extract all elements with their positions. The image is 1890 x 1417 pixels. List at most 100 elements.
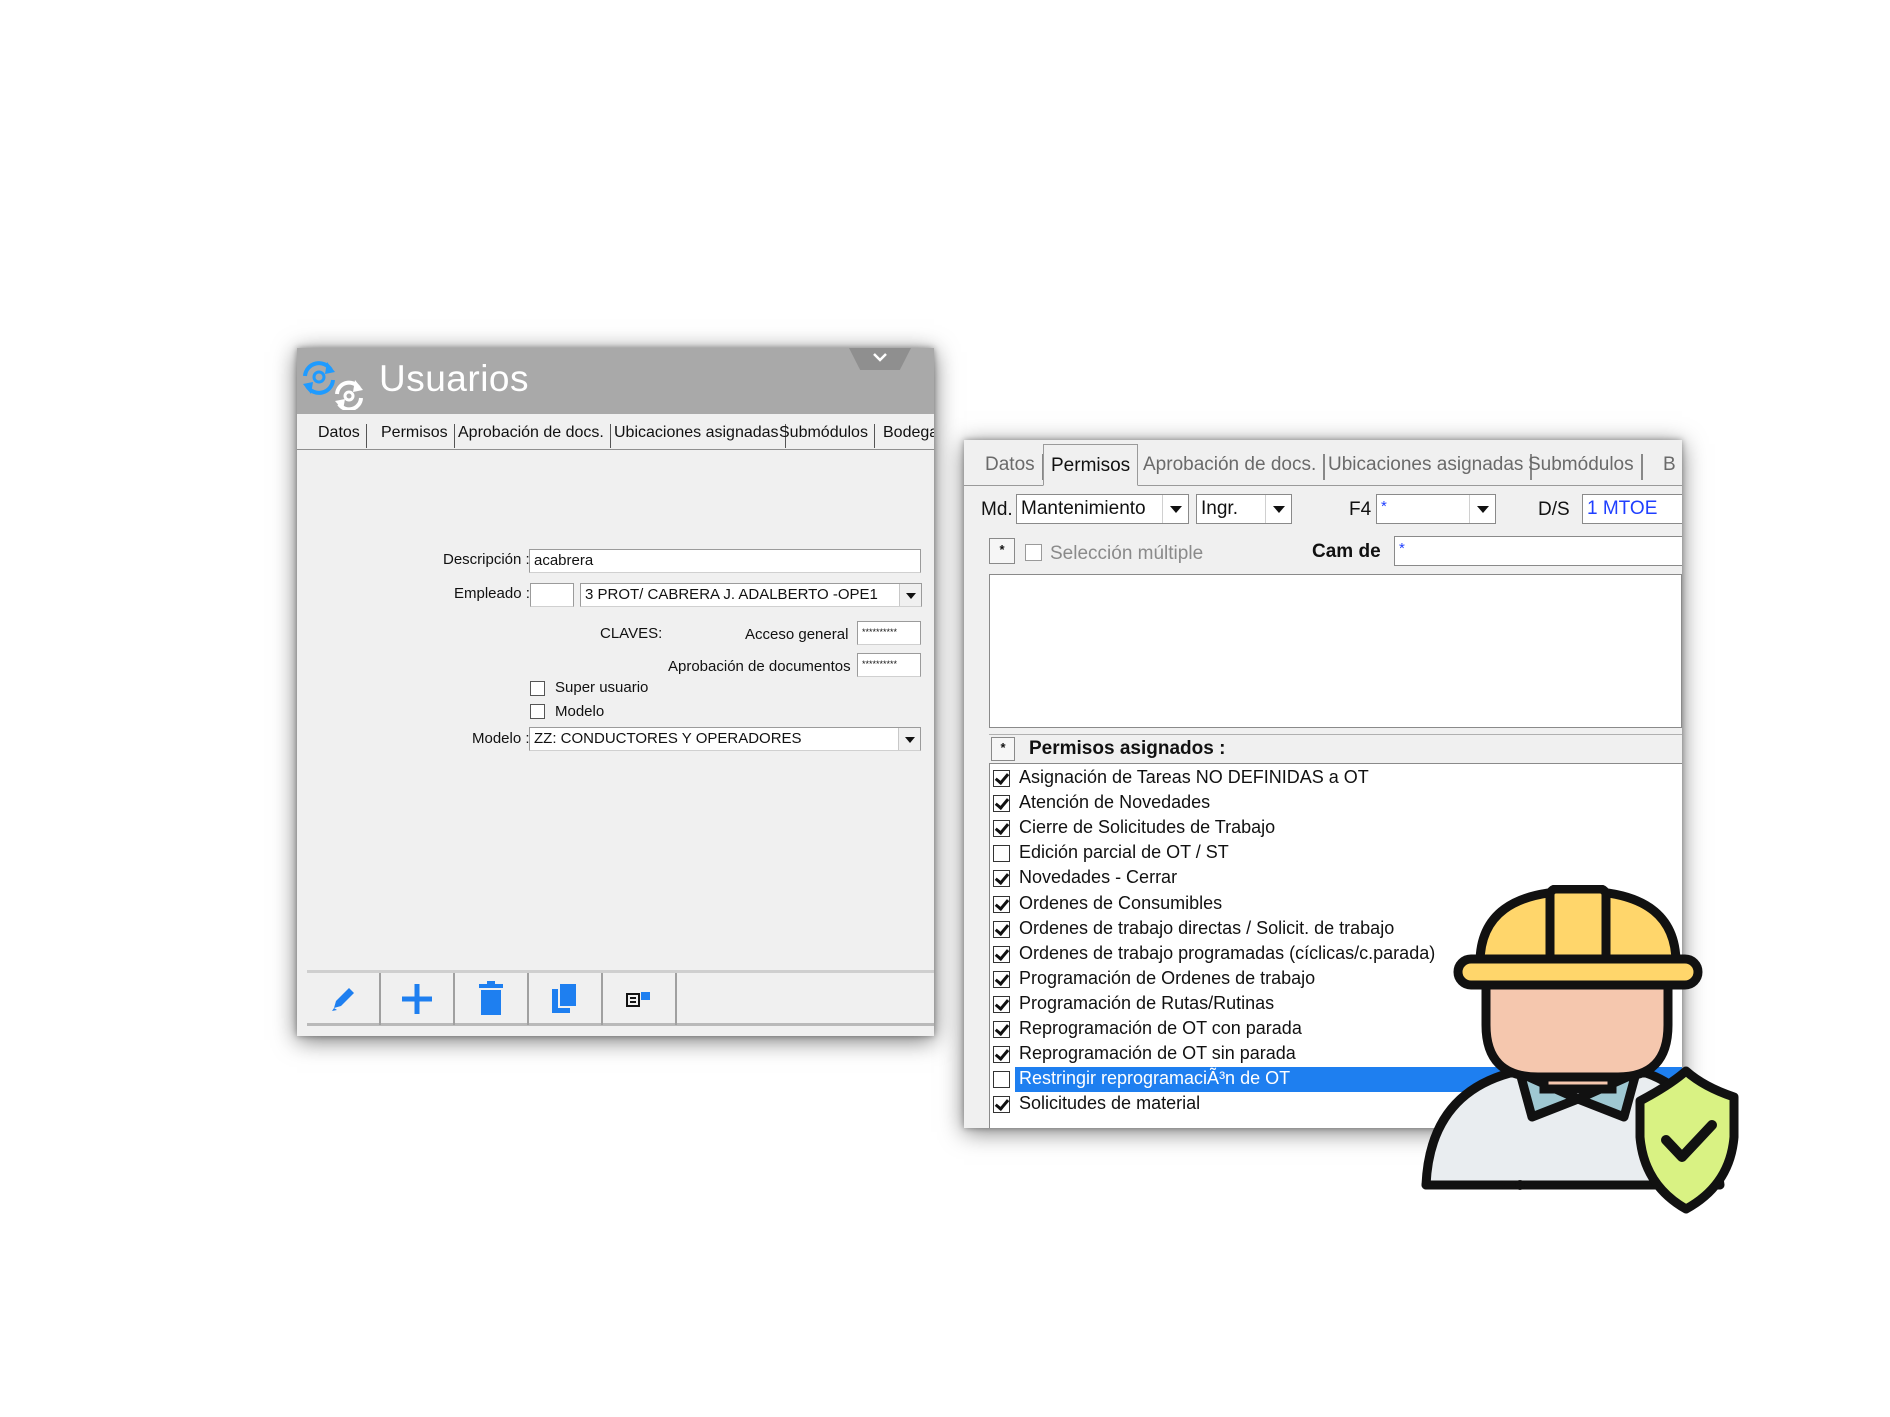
add-icon [402,984,432,1014]
usuarios-window: Usuarios Datos Permisos Aprobación de do… [297,348,934,1036]
mini-select-all-box[interactable]: * [989,538,1015,564]
tab-bar: Datos Permisos Aprobación de docs. Ubica… [297,416,934,450]
window-title: Usuarios [379,358,529,399]
tab-aprobacion-docs[interactable]: Aprobación de docs. [1136,454,1326,480]
permiso-checkbox[interactable] [993,820,1010,838]
chevron-down-icon[interactable] [1265,495,1291,523]
permiso-label: Solicitudes de material [1019,1093,1201,1114]
permiso-label: Asignación de Tareas NO DEFINIDAS a OT [1019,767,1369,787]
super-usuario-checkbox[interactable] [530,681,545,696]
permiso-row[interactable]: Atención de Novedades [990,791,1682,816]
permiso-checkbox[interactable] [993,795,1010,813]
assign-icon [626,992,650,1007]
worker-shield-illustration [1421,885,1739,1214]
seleccion-multiple-label: Selección múltiple [1050,543,1204,564]
ingr-value: Ingr. [1201,498,1238,519]
chevron-down-icon[interactable] [898,728,920,750]
action-toolbar [307,970,934,1026]
empleado-select[interactable]: 3 PROT/ CABRERA J. ADALBERTO -OPE1 [580,583,922,607]
permiso-label: Novedades - Cerrar [1019,867,1178,888]
tab-datos[interactable]: Datos [978,454,1044,480]
permisos-asignados-title: Permisos asignados : [1029,738,1226,759]
window-titlebar: Usuarios [297,348,934,414]
permiso-label: Edición parcial de OT / ST [1019,842,1229,863]
tab-permisos[interactable]: Permisos [1043,444,1139,486]
mini-select-all-box[interactable]: * [991,737,1015,761]
permiso-row[interactable]: Edición parcial de OT / ST [990,841,1682,866]
chevron-down-icon[interactable] [1469,495,1495,523]
modelo-select[interactable]: ZZ: CONDUCTORES Y OPERADORES [529,727,921,751]
empleado-value: 3 PROT/ CABRERA J. ADALBERTO -OPE1 [585,586,878,603]
permiso-checkbox[interactable] [993,970,1010,988]
ds-input[interactable]: 1 MTOE [1582,494,1682,524]
permiso-checkbox[interactable] [993,1046,1010,1064]
permiso-label: Ordenes de trabajo directas / Solicit. d… [1019,917,1395,938]
permiso-label: Reprogramación de OT con parada [1019,1018,1302,1038]
copy-button[interactable] [529,973,603,1025]
super-usuario-label: Super usuario [555,679,649,696]
tab-bodega[interactable]: Bodega [877,424,934,448]
permiso-checkbox[interactable] [993,845,1010,863]
available-permissions-list[interactable] [989,574,1682,728]
tab-submodulos[interactable]: Submódulos [1521,454,1643,480]
modelo-check-label: Modelo [555,703,605,720]
modelo-checkbox[interactable] [530,704,545,719]
permiso-checkbox[interactable] [993,895,1010,913]
permiso-checkbox[interactable] [993,995,1010,1013]
tab-submodulos[interactable]: Submódulos [773,424,875,448]
chevron-down-icon[interactable] [899,584,921,606]
descripcion-input[interactable]: acabrera [529,549,921,573]
cam-de-label: Cam de [1312,541,1381,562]
permiso-label: Atención de Novedades [1019,792,1211,813]
permiso-label: Programación de Rutas/Rutinas [1019,992,1275,1013]
chevron-down-icon [873,353,887,362]
tab-permisos[interactable]: Permisos [375,424,455,448]
edit-button[interactable] [307,973,381,1025]
collapse-button[interactable] [849,348,911,370]
permiso-label: Ordenes de trabajo programadas (cíclicas… [1019,942,1436,963]
permiso-row[interactable]: Asignación de Tareas NO DEFINIDAS a OT [990,766,1682,791]
chevron-down-icon[interactable] [1162,495,1188,523]
permiso-checkbox[interactable] [993,1071,1010,1089]
permiso-label: Cierre de Solicitudes de Trabajo [1019,817,1276,838]
permiso-label: Ordenes de Consumibles [1019,892,1223,913]
permiso-checkbox[interactable] [993,920,1010,938]
permiso-checkbox[interactable] [993,1096,1010,1114]
permiso-label: Restringir reprogramaciÃ³n de OT [1019,1068,1291,1089]
tab-ubicaciones[interactable]: Ubicaciones asignadas [1321,454,1533,480]
empleado-label: Empleado : [454,585,530,602]
acceso-general-label: Acceso general [745,626,849,643]
tab-datos[interactable]: Datos [312,424,367,448]
permiso-checkbox[interactable] [993,770,1010,787]
cam-de-input[interactable]: * [1394,536,1682,566]
permiso-label: Reprogramación de OT sin parada [1019,1043,1296,1064]
permiso-checkbox[interactable] [993,870,1010,888]
aprobacion-documentos-input[interactable]: ********** [857,653,921,677]
modelo-label: Modelo : [472,730,530,747]
edit-icon [332,988,354,1011]
claves-label: CLAVES: [600,625,663,642]
permiso-checkbox[interactable] [993,945,1010,963]
f4-value: * [1381,498,1387,515]
permiso-checkbox[interactable] [993,1021,1010,1038]
modelo-value: ZZ: CONDUCTORES Y OPERADORES [534,730,802,747]
add-button[interactable] [381,973,455,1025]
md-value: Mantenimiento [1021,498,1146,519]
assign-button[interactable] [603,973,677,1025]
sync-icon [297,350,377,415]
delete-button[interactable] [455,973,529,1025]
tab-aprobacion-docs[interactable]: Aprobación de docs. [452,424,611,448]
tab-ubicaciones[interactable]: Ubicaciones asignadas [608,424,786,448]
tab-more[interactable]: B [1656,454,1682,480]
seleccion-multiple-checkbox[interactable] [1025,544,1042,561]
acceso-general-input[interactable]: ********** [857,621,921,645]
permiso-label: Programación de Ordenes de trabajo [1019,967,1316,988]
permisos-asignados-header: * Permisos asignados : [989,734,1682,764]
tab-bar: Datos Permisos Aprobación de docs. Ubica… [964,440,1682,486]
copy-icon [552,982,578,1013]
descripcion-label: Descripción : [443,551,530,568]
permiso-row[interactable]: Cierre de Solicitudes de Trabajo [990,816,1682,841]
empleado-code-input[interactable] [530,583,574,607]
ds-label: D/S [1538,499,1570,520]
f4-label: F4 [1349,499,1372,520]
